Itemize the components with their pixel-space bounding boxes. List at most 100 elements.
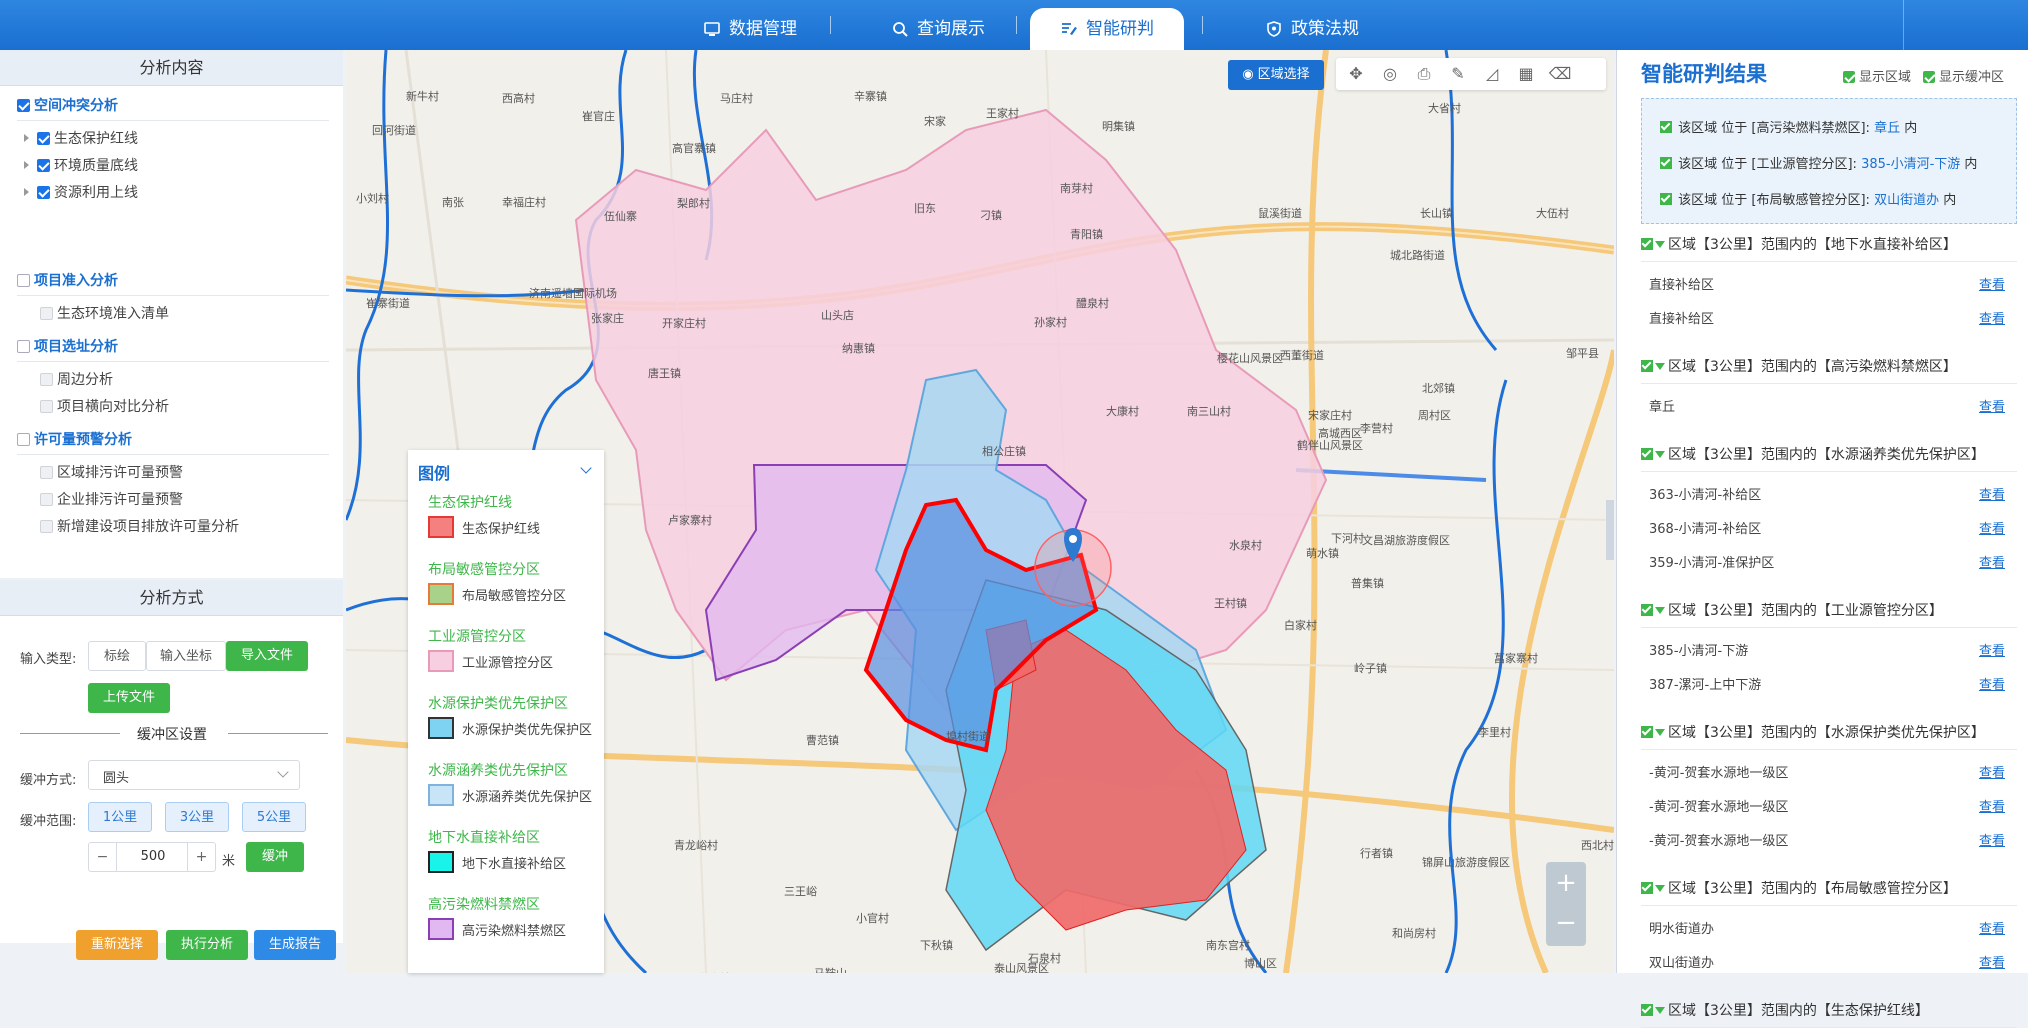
checkbox[interactable] — [40, 493, 53, 506]
execute-analysis-button[interactable]: 执行分析 — [166, 930, 248, 960]
minus-icon[interactable]: − — [89, 843, 117, 871]
view-link[interactable]: 查看 — [1979, 484, 2005, 503]
item-resource-upper-limit[interactable]: 资源利用上线 — [24, 182, 138, 202]
tab-intelligent-analysis[interactable]: 智能研判 — [1030, 8, 1184, 50]
item-label: 生态环境准入清单 — [57, 306, 169, 322]
checkbox[interactable] — [1641, 882, 1653, 894]
upload-file-button[interactable]: 上传文件 — [88, 683, 170, 713]
show-buffer-toggle[interactable]: 显示缓冲区 — [1923, 66, 2004, 85]
item-horizontal-comparison[interactable]: 项目横向对比分析 — [40, 396, 169, 416]
caret-down-icon[interactable] — [1655, 885, 1665, 892]
checkbox[interactable] — [40, 520, 53, 533]
result-section-header[interactable]: 区域【3公里】范围内的【地下水直接补给区】 — [1641, 228, 2017, 262]
tab-policy-regulations[interactable]: 政策法规 — [1242, 8, 1382, 50]
item-surrounding-analysis[interactable]: 周边分析 — [40, 369, 113, 389]
print-icon[interactable]: ⎙ — [1412, 62, 1436, 86]
group-permit-warning[interactable]: 许可量预警分析 — [17, 429, 132, 449]
stepper-value[interactable]: 500 — [117, 843, 189, 871]
view-link[interactable]: 查看 — [1979, 640, 2005, 659]
show-region-toggle[interactable]: 显示区域 — [1843, 66, 1911, 85]
view-link[interactable]: 查看 — [1979, 918, 2005, 937]
caret-down-icon[interactable] — [1655, 729, 1665, 736]
view-link[interactable]: 查看 — [1979, 952, 2005, 971]
caret-down-icon[interactable] — [1655, 607, 1665, 614]
buffer-distance-stepper[interactable]: − 500 + — [88, 842, 216, 872]
input-type-import-button[interactable]: 导入文件 — [226, 641, 308, 671]
group-site-selection[interactable]: 项目选址分析 — [17, 336, 118, 356]
item-new-project-permit[interactable]: 新增建设项目排放许可量分析 — [40, 516, 239, 536]
map-place-label: 梨郎村 — [677, 197, 710, 210]
reselect-button[interactable]: 重新选择 — [76, 930, 158, 960]
caret-down-icon[interactable] — [1655, 241, 1665, 248]
globe-icon[interactable]: ◎ — [1378, 62, 1402, 86]
clear-icon[interactable]: ⌫ — [1548, 62, 1572, 86]
layers-icon[interactable]: ▦ — [1514, 62, 1538, 86]
group-project-access[interactable]: 项目准入分析 — [17, 270, 118, 290]
view-link[interactable]: 查看 — [1979, 830, 2005, 849]
item-regional-permit-warning[interactable]: 区域排污许可量预警 — [40, 462, 183, 482]
checkbox[interactable] — [17, 274, 30, 287]
buffer-button[interactable]: 缓冲 — [246, 842, 304, 872]
item-ecological-redline[interactable]: 生态保护红线 — [24, 128, 138, 148]
buffer-mode-select[interactable]: 圆头 — [88, 760, 300, 790]
view-link[interactable]: 查看 — [1979, 762, 2005, 781]
checkbox[interactable] — [40, 466, 53, 479]
view-link[interactable]: 查看 — [1979, 274, 2005, 293]
checkbox[interactable] — [37, 132, 50, 145]
caret-down-icon[interactable] — [1655, 1007, 1665, 1014]
tab-data-management[interactable]: 数据管理 — [680, 8, 820, 50]
view-link[interactable]: 查看 — [1979, 396, 2005, 415]
buffer-range-3km-button[interactable]: 3公里 — [165, 802, 229, 832]
view-link[interactable]: 查看 — [1979, 796, 2005, 815]
checkbox[interactable] — [1641, 238, 1653, 250]
result-section-header[interactable]: 区域【3公里】范围内的【工业源管控分区】 — [1641, 594, 2017, 628]
result-section-header[interactable]: 区域【3公里】范围内的【生态保护红线】 — [1641, 994, 2017, 1028]
group-spatial-conflict[interactable]: 空间冲突分析 — [17, 95, 118, 115]
item-eco-access-list[interactable]: 生态环境准入清单 — [40, 303, 169, 323]
checkbox[interactable] — [37, 159, 50, 172]
checkbox[interactable] — [1641, 726, 1653, 738]
checkbox[interactable] — [17, 433, 30, 446]
checkbox[interactable] — [1641, 448, 1653, 460]
checkbox[interactable] — [40, 307, 53, 320]
measure-angle-icon[interactable]: ◿ — [1480, 62, 1504, 86]
view-link[interactable]: 查看 — [1979, 674, 2005, 693]
result-section-header[interactable]: 区域【3公里】范围内的【高污染燃料禁燃区】 — [1641, 350, 2017, 384]
caret-down-icon[interactable] — [1655, 363, 1665, 370]
result-section-header[interactable]: 区域【3公里】范围内的【布局敏感管控分区】 — [1641, 872, 2017, 906]
row-label: 385-小清河-下游 — [1649, 644, 1749, 659]
input-type-plot-button[interactable]: 标绘 — [88, 641, 146, 671]
checkbox[interactable] — [17, 99, 30, 112]
checkbox[interactable] — [1641, 604, 1653, 616]
checkbox[interactable] — [17, 340, 30, 353]
region-select-button[interactable]: ◉ 区域选择 — [1228, 60, 1324, 90]
generate-report-button[interactable]: 生成报告 — [254, 930, 336, 960]
result-section-header[interactable]: 区域【3公里】范围内的【水源涵养类优先保护区】 — [1641, 438, 2017, 472]
item-enterprise-permit-warning[interactable]: 企业排污许可量预警 — [40, 489, 183, 509]
buffer-range-5km-button[interactable]: 5公里 — [242, 802, 306, 832]
buffer-range-1km-button[interactable]: 1公里 — [88, 802, 152, 832]
tab-query-display[interactable]: 查询展示 — [868, 8, 1008, 50]
view-link[interactable]: 查看 — [1979, 308, 2005, 327]
item-env-quality-baseline[interactable]: 环境质量底线 — [24, 155, 138, 175]
measure-line-icon[interactable]: ✎ — [1446, 62, 1470, 86]
checkbox[interactable] — [40, 373, 53, 386]
checkbox[interactable] — [1641, 1004, 1653, 1016]
map-place-label: 南芽村 — [1060, 182, 1093, 195]
zoom-out-icon[interactable]: − — [1546, 908, 1586, 942]
view-link[interactable]: 查看 — [1979, 552, 2005, 571]
input-type-coords-button[interactable]: 输入坐标 — [146, 641, 226, 671]
checkbox[interactable] — [1641, 360, 1653, 372]
pan-icon[interactable]: ✥ — [1344, 62, 1368, 86]
view-link[interactable]: 查看 — [1979, 518, 2005, 537]
checkbox[interactable] — [40, 400, 53, 413]
result-section-header[interactable]: 区域【3公里】范围内的【水源保护类优先保护区】 — [1641, 716, 2017, 750]
chevron-down-icon[interactable] — [580, 462, 592, 474]
map-place-label: 博山区 — [1244, 957, 1277, 970]
checkbox[interactable] — [37, 186, 50, 199]
caret-down-icon[interactable] — [1655, 451, 1665, 458]
panel-collapse-handle[interactable] — [1606, 500, 1614, 560]
zoom-in-icon[interactable]: + — [1546, 868, 1586, 902]
plus-icon[interactable]: + — [187, 843, 215, 871]
section-title: 区域【3公里】范围内的【生态保护红线】 — [1668, 1003, 1929, 1019]
